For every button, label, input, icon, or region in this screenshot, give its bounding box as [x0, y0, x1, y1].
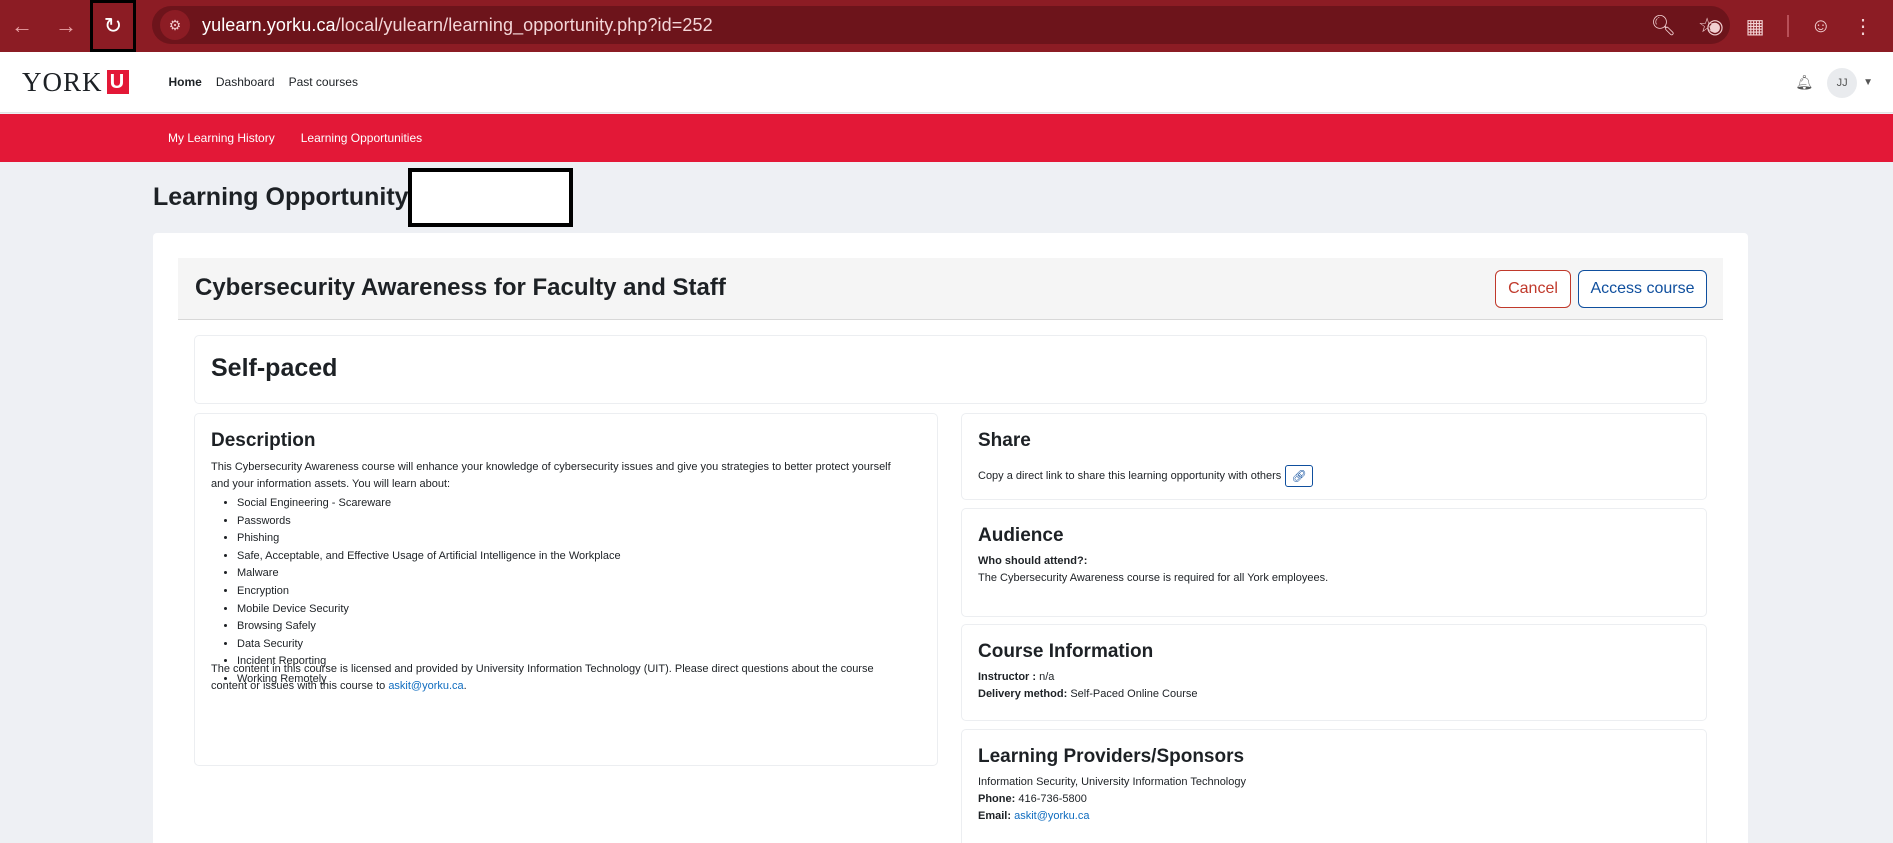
- topic-list: Social Engineering - Scareware Passwords…: [237, 495, 621, 689]
- extension-icon[interactable]: ◉: [1706, 14, 1723, 39]
- back-icon[interactable]: ←: [0, 0, 44, 52]
- notification-bell-icon[interactable]: 🔔︎: [1795, 74, 1813, 91]
- cancel-button[interactable]: Cancel: [1495, 270, 1571, 308]
- page-title: Learning Opportunity:: [153, 183, 417, 211]
- course-title: Cybersecurity Awareness for Faculty and …: [195, 274, 726, 301]
- york-logo[interactable]: YORK U: [22, 67, 129, 98]
- url-host: yulearn.yorku.ca: [202, 14, 336, 35]
- reload-icon[interactable]: ↻: [90, 0, 136, 52]
- site-settings-icon[interactable]: ⚙: [160, 10, 190, 40]
- list-item: Safe, Acceptable, and Effective Usage of…: [237, 548, 621, 566]
- copy-link-icon[interactable]: 🔗︎: [1285, 465, 1314, 487]
- list-item: Encryption: [237, 583, 621, 601]
- logo-mark: U: [106, 70, 129, 94]
- email-row: Email: askit@yorku.ca: [978, 810, 1089, 822]
- description-outro: The content in this course is licensed a…: [211, 661, 911, 695]
- list-item: Social Engineering - Scareware: [237, 495, 621, 513]
- audience-heading: Audience: [978, 525, 1064, 546]
- forward-icon[interactable]: →: [44, 0, 88, 52]
- audience-question: Who should attend?:: [978, 555, 1088, 567]
- list-item: Malware: [237, 565, 621, 583]
- pace-heading: Self-paced: [211, 354, 338, 382]
- nav-past-courses[interactable]: Past courses: [289, 75, 358, 89]
- url-text[interactable]: yulearn.yorku.ca/local/yulearn/learning_…: [202, 15, 713, 36]
- instructor-label: Instructor :: [978, 671, 1037, 683]
- avatar[interactable]: JJ: [1827, 67, 1858, 98]
- learning-opportunity-card: Cybersecurity Awareness for Faculty and …: [153, 233, 1748, 843]
- list-item: Data Security: [237, 636, 621, 654]
- providers-section: Learning Providers/Sponsors Information …: [962, 730, 1706, 843]
- provider-email-link[interactable]: askit@yorku.ca: [1014, 810, 1089, 822]
- description-intro: This Cybersecurity Awareness course will…: [211, 461, 891, 490]
- email-label: Email:: [978, 810, 1012, 822]
- zoom-icon[interactable]: 🔍︎: [1651, 13, 1676, 38]
- list-item: Browsing Safely: [237, 618, 621, 636]
- support-email-link[interactable]: askit@yorku.ca: [388, 680, 463, 692]
- logo-text: YORK: [22, 66, 103, 97]
- provider-name: Information Security, University Informa…: [978, 776, 1246, 788]
- audience-answer: The Cybersecurity Awareness course is re…: [978, 572, 1329, 584]
- course-header: Cybersecurity Awareness for Faculty and …: [178, 258, 1723, 320]
- delivery-row: Delivery method: Self-Paced Online Cours…: [978, 688, 1198, 700]
- audience-section: Audience Who should attend?: The Cyberse…: [962, 509, 1706, 616]
- primary-nav: Home Dashboard Past courses: [169, 75, 358, 89]
- share-section: Share Copy a direct link to share this l…: [962, 414, 1706, 499]
- site-header: YORK U Home Dashboard Past courses 🔔︎ JJ…: [0, 52, 1893, 113]
- chevron-down-icon[interactable]: ▼: [1863, 77, 1873, 88]
- puzzle-extensions-icon[interactable]: ▦: [1746, 14, 1765, 39]
- phone-row: Phone: 416-736-5800: [978, 793, 1087, 805]
- outro-text: The content in this course is licensed a…: [211, 663, 874, 692]
- menu-icon[interactable]: ⋮: [1853, 14, 1873, 39]
- address-bar[interactable]: ⚙ yulearn.yorku.ca/local/yulearn/learnin…: [152, 6, 1730, 44]
- profile-icon[interactable]: ☺: [1811, 15, 1831, 38]
- pace-section: Self-paced: [195, 336, 1706, 403]
- share-heading: Share: [978, 430, 1031, 451]
- list-item: Passwords: [237, 513, 621, 531]
- nav-dashboard[interactable]: Dashboard: [216, 75, 275, 89]
- course-info-section: Course Information Instructor : n/a Deli…: [962, 625, 1706, 720]
- instructor-row: Instructor : n/a: [978, 671, 1054, 683]
- access-course-button[interactable]: Access course: [1578, 270, 1707, 308]
- instructor-value: n/a: [1039, 671, 1055, 683]
- providers-heading: Learning Providers/Sponsors: [978, 746, 1245, 767]
- phone-label: Phone:: [978, 793, 1016, 805]
- nav-learning-opportunities[interactable]: Learning Opportunities: [301, 131, 422, 145]
- outro-end: .: [463, 680, 467, 692]
- phone-value: 416-736-5800: [1018, 793, 1087, 805]
- list-item: Phishing: [237, 530, 621, 548]
- delivery-label: Delivery method:: [978, 688, 1068, 700]
- description-section: Description This Cybersecurity Awareness…: [195, 414, 937, 765]
- url-path: /local/yulearn/learning_opportunity.php?…: [335, 14, 713, 35]
- browser-toolbar: ← → ↻ ⚙ yulearn.yorku.ca/local/yulearn/l…: [0, 0, 1893, 52]
- secondary-nav: My Learning History Learning Opportuniti…: [0, 114, 1893, 162]
- nav-home[interactable]: Home: [169, 75, 202, 89]
- delivery-value: Self-Paced Online Course: [1070, 688, 1198, 700]
- course-info-heading: Course Information: [978, 641, 1154, 662]
- description-heading: Description: [211, 430, 316, 451]
- list-item: Mobile Device Security: [237, 601, 621, 619]
- redacted-region: [408, 168, 573, 227]
- nav-my-learning-history[interactable]: My Learning History: [168, 131, 275, 145]
- toolbar-divider: [1786, 15, 1789, 37]
- share-text: Copy a direct link to share this learnin…: [978, 470, 1282, 482]
